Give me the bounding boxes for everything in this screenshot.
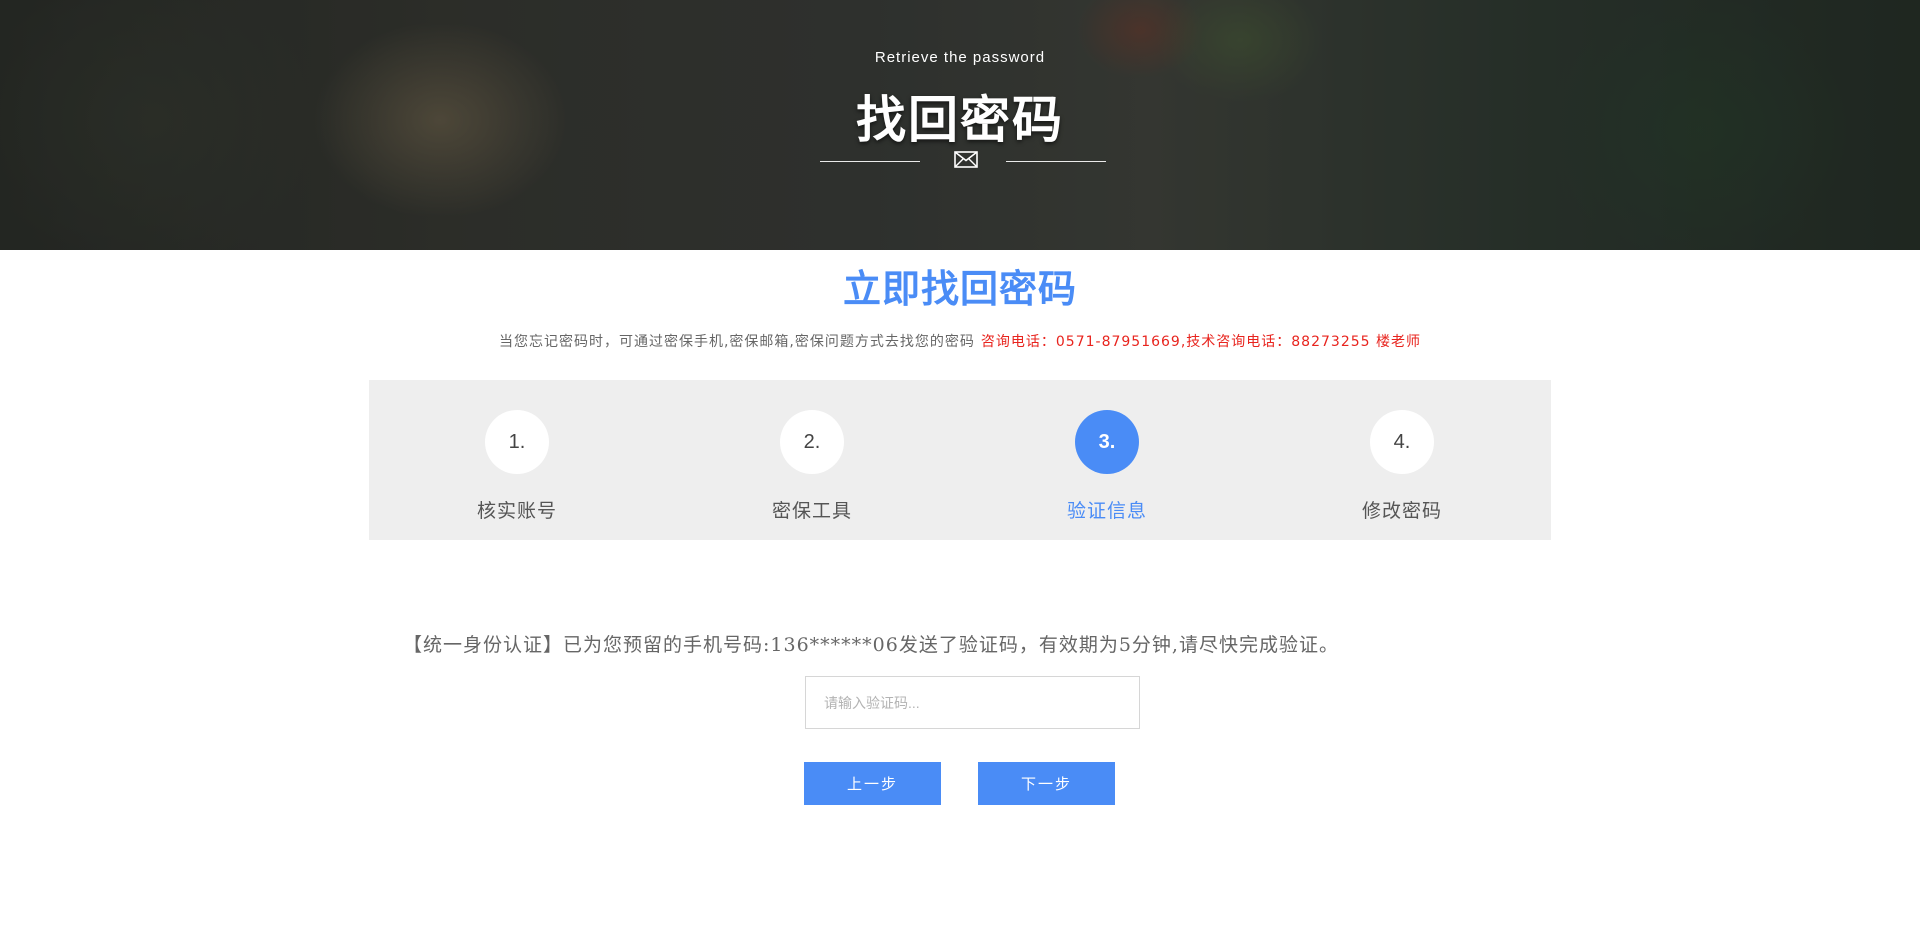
- notice-text: 当您忘记密码时，可通过密保手机,密保邮箱,密保问题方式去找您的密码: [498, 334, 975, 350]
- envelope-icon: [954, 151, 978, 168]
- verification-message: 【统一身份认证】已为您预留的手机号码:136******06发送了验证码，有效期…: [403, 634, 1339, 656]
- step-number: 3.: [1075, 410, 1139, 474]
- step-verify-info: 3. 验证信息: [1007, 380, 1207, 540]
- step-label: 密保工具: [771, 500, 852, 522]
- contact-info: 咨询电话：0571-87951669,技术咨询电话：88273255 楼老师: [980, 334, 1421, 350]
- page-title: 立即找回密码: [842, 267, 1077, 311]
- step-number: 2.: [780, 410, 844, 474]
- step-label: 修改密码: [1361, 500, 1442, 522]
- recovery-notice: 当您忘记密码时，可通过密保手机,密保邮箱,密保问题方式去找您的密码 咨询电话：05…: [0, 331, 1920, 351]
- hero-banner: Retrieve the password 找回密码: [0, 0, 1920, 250]
- banner-subtitle: Retrieve the password: [874, 49, 1046, 66]
- previous-step-button[interactable]: 上一步: [804, 762, 941, 805]
- verification-code-input[interactable]: [805, 676, 1140, 729]
- next-step-button[interactable]: 下一步: [978, 762, 1115, 805]
- progress-steps: 1. 核实账号 2. 密保工具 3. 验证信息 4. 修改密码: [369, 380, 1551, 540]
- step-label: 核实账号: [476, 500, 557, 522]
- step-security-tool: 2. 密保工具: [712, 380, 912, 540]
- step-label: 验证信息: [1066, 500, 1147, 522]
- banner-divider-right: [1006, 161, 1106, 162]
- banner-divider-left: [820, 161, 920, 162]
- banner-title: 找回密码: [856, 91, 1064, 149]
- step-number: 4.: [1370, 410, 1434, 474]
- step-verify-account: 1. 核实账号: [417, 380, 617, 540]
- step-change-password: 4. 修改密码: [1302, 380, 1502, 540]
- step-number: 1.: [485, 410, 549, 474]
